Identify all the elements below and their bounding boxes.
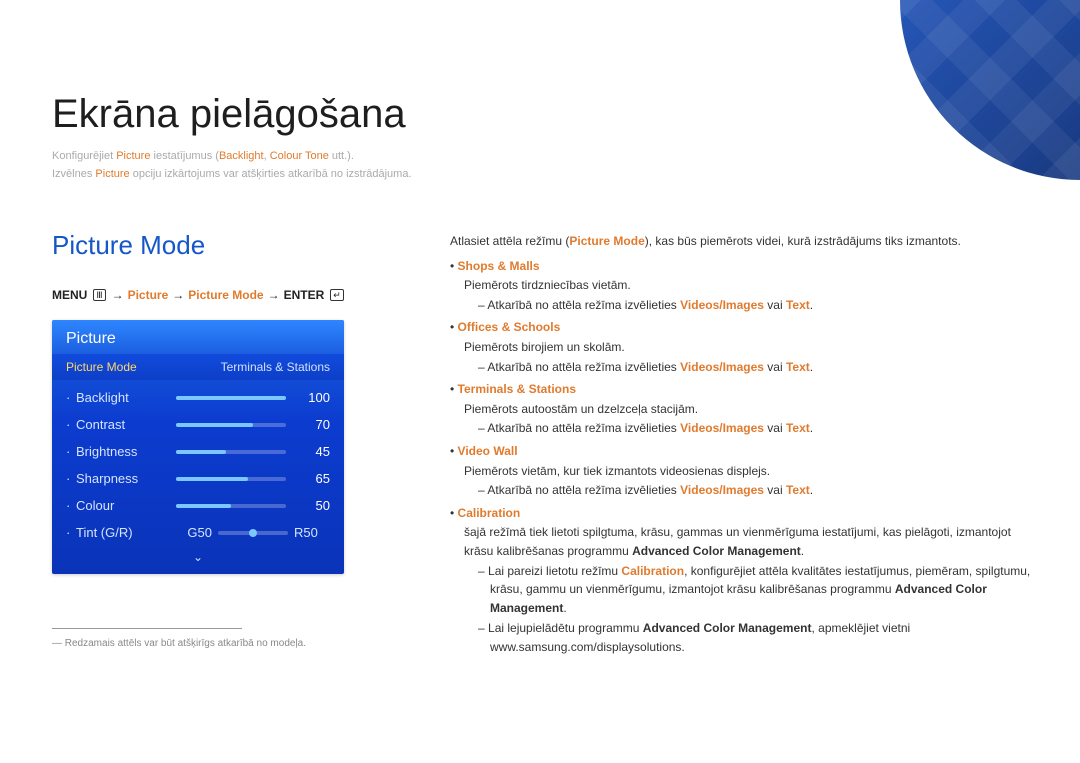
osd-row-label: Backlight [76,390,176,405]
lead-text: Atlasiet attēla režīmu ( [450,234,569,248]
mode-name: Video Wall [450,444,518,458]
mode-sub: Atkarībā no attēla režīma izvēlieties Vi… [478,296,1032,315]
osd-tabs: Picture Mode Terminals & Stations [52,354,344,380]
mode-item-shops: Shops & Malls Piemērots tirdzniecības vi… [450,257,1032,315]
mode-sub: Lai lejupielādētu programmu Advanced Col… [478,619,1032,656]
mode-item-calibration: Calibration šajā režīmā tiek lietoti spi… [450,504,1032,657]
osd-row-colour[interactable]: ·Colour 50 [52,492,344,519]
slider-fill [176,423,253,427]
breadcrumb-item: Picture [128,288,169,302]
slider-fill [176,450,226,454]
mode-desc: šajā režīmā tiek lietoti spilgtuma, krās… [464,523,1032,560]
mode-desc: Piemērots vietām, kur tiek izmantots vid… [464,462,1032,481]
lead-text: ), kas būs piemērots videi, kurā izstrād… [645,234,961,248]
breadcrumb-enter: ENTER [284,288,325,302]
osd-row-brightness[interactable]: ·Brightness 45 [52,438,344,465]
enter-icon: ↵ [330,289,344,301]
intro-text: utt.). [329,150,354,162]
tint-slider-track[interactable] [218,531,288,535]
mode-desc: Piemērots tirdzniecības vietām. [464,276,1032,295]
osd-tab-picture-mode[interactable]: Picture Mode [66,360,137,374]
osd-row-value: 50 [296,498,330,513]
mode-sub: Lai pareizi lietotu režīmu Calibration, … [478,562,1032,618]
slider-track[interactable] [176,396,286,400]
osd-row-value: 45 [296,444,330,459]
tint-slider-knob[interactable] [249,529,257,537]
mode-sub: Atkarībā no attēla režīma izvēlieties Vi… [478,358,1032,377]
chapter-title: Ekrāna pielāgošana [52,92,406,137]
intro-text: Konfigurējiet [52,150,116,162]
osd-rows: ·Backlight 100 ·Contrast 70 ·Brightness … [52,380,344,546]
osd-row-value: 70 [296,417,330,432]
slider-track[interactable] [176,477,286,481]
menu-icon: Ⅲ [93,289,105,301]
mode-sub: Atkarībā no attēla režīma izvēlieties Vi… [478,481,1032,500]
slider-fill [176,396,286,400]
intro-text: Izvēlnes [52,168,95,180]
osd-row-backlight[interactable]: ·Backlight 100 [52,384,344,411]
breadcrumb-item: Picture Mode [188,288,263,302]
osd-scroll-down-icon[interactable]: ⌄ [52,546,344,574]
mode-name: Shops & Malls [450,259,540,273]
osd-panel: Picture Picture Mode Terminals & Station… [52,320,344,574]
osd-row-value: 100 [296,390,330,405]
intro-hl: Picture [95,168,129,180]
intro-hl: Backlight [219,150,264,162]
mode-desc: Piemērots autoostām un dzelzceļa stacijā… [464,400,1032,419]
osd-row-sharpness[interactable]: ·Sharpness 65 [52,465,344,492]
mode-list: Shops & Malls Piemērots tirdzniecības vi… [450,257,1032,657]
arrow-icon: → [268,288,280,302]
osd-tab-value[interactable]: Terminals & Stations [221,360,330,374]
intro-block: Konfigurējiet Picture iestatījumus (Back… [52,148,412,183]
osd-header: Picture [52,320,344,354]
footnote-text: ― Redzamais attēls var būt atšķirīgs atk… [52,638,306,649]
intro-text: iestatījumus ( [150,150,218,162]
tint-left-value: G50 [176,525,212,540]
osd-row-label: Sharpness [76,471,176,486]
slider-track[interactable] [176,450,286,454]
slider-track[interactable] [176,504,286,508]
osd-row-tint[interactable]: ·Tint (G/R) G50 R50 [52,519,344,546]
section-title: Picture Mode [52,230,205,261]
osd-row-contrast[interactable]: ·Contrast 70 [52,411,344,438]
osd-row-value: 65 [296,471,330,486]
mode-item-offices: Offices & Schools Piemērots birojiem un … [450,318,1032,376]
osd-row-label: Tint (G/R) [76,525,176,540]
mode-item-terminals: Terminals & Stations Piemērots autoostām… [450,380,1032,438]
mode-name: Calibration [450,506,520,520]
osd-row-label: Colour [76,498,176,513]
osd-row-label: Contrast [76,417,176,432]
slider-fill [176,477,248,481]
intro-hl: Colour Tone [270,150,329,162]
arrow-icon: → [172,288,184,302]
lead-hl: Picture Mode [569,234,644,248]
decorative-corner [900,0,1080,180]
arrow-icon: → [112,288,124,302]
intro-text: opciju izkārtojums var atšķirties atkarī… [130,168,412,180]
intro-hl: Picture [116,150,150,162]
breadcrumb-menu: MENU [52,288,87,302]
tint-right-value: R50 [294,525,330,540]
slider-fill [176,504,231,508]
mode-name: Offices & Schools [450,320,560,334]
menu-breadcrumb: MENU Ⅲ → Picture → Picture Mode → ENTER … [52,288,346,302]
mode-sub: Atkarībā no attēla režīma izvēlieties Vi… [478,419,1032,438]
osd-row-label: Brightness [76,444,176,459]
footnote-divider [52,628,242,629]
mode-name: Terminals & Stations [450,382,576,396]
mode-item-videowall: Video Wall Piemērots vietām, kur tiek iz… [450,442,1032,500]
slider-track[interactable] [176,423,286,427]
body-column: Atlasiet attēla režīmu (Picture Mode), k… [450,232,1032,660]
mode-desc: Piemērots birojiem un skolām. [464,338,1032,357]
